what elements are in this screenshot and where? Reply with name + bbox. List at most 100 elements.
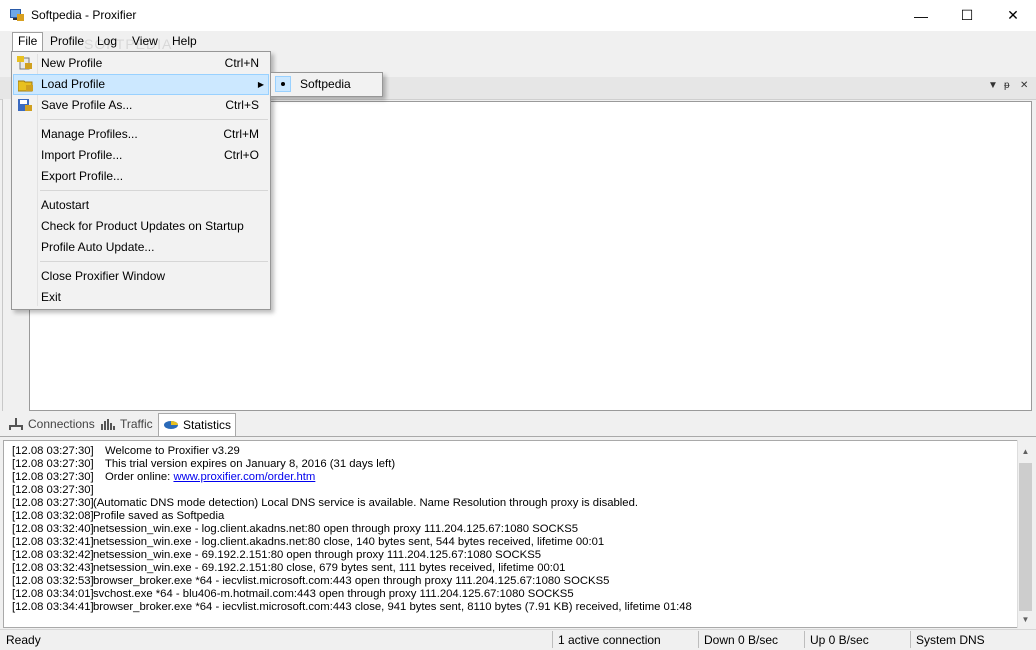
log-row: [12.08 03:32:41] netsession_win.exe - log… [4, 536, 1018, 549]
log-timestamp: [12.08 03:32:40] [12, 523, 94, 535]
status-connections: 1 active connection [558, 633, 661, 647]
pane-dropdown-icon[interactable]: ▼ [988, 80, 998, 91]
log-row: [12.08 03:32:53] browser_broker.exe *64 -… [4, 575, 1018, 588]
log-message: Welcome to Proxifier v3.29 [105, 445, 240, 458]
menu-item-load-profile[interactable]: Load Profile ▶ [13, 74, 269, 95]
menu-item-exit[interactable]: Exit [13, 287, 269, 308]
menu-item-check-updates[interactable]: Check for Product Updates on Startup [13, 216, 269, 237]
log-row: [12.08 03:34:01] svchost.exe *64 - blu406… [4, 588, 1018, 601]
menu-item-close-window[interactable]: Close Proxifier Window [13, 266, 269, 287]
log-timestamp: [12.08 03:32:08] [12, 510, 94, 522]
connections-icon [9, 418, 23, 430]
menu-file[interactable]: File [12, 32, 44, 52]
log-message-text: netsession_win.exe - 69.192.2.151:80 ope… [93, 549, 542, 561]
tab-traffic-label: Traffic [120, 417, 153, 431]
minimize-icon: — [914, 7, 928, 24]
log-timestamp: [12.08 03:32:42] [12, 549, 94, 561]
tab-statistics[interactable]: Statistics [158, 413, 237, 436]
traffic-icon [101, 419, 115, 430]
menu-profile[interactable]: Profile [45, 33, 89, 50]
submenu-item-softpedia[interactable]: Softpedia [300, 77, 351, 91]
menu-separator [40, 261, 268, 262]
log-message-text: browser_broker.exe *64 - iecvlist.micros… [93, 601, 692, 613]
status-ready: Ready [6, 633, 41, 647]
new-profile-icon [17, 56, 32, 70]
log-row: [12.08 03:27:30] Welcome to Proxifier v3.… [4, 445, 1018, 458]
log-row: [12.08 03:27:30] (Automatic DNS mode dete… [4, 497, 1018, 510]
scrollbar-thumb[interactable] [1019, 463, 1032, 611]
menu-item-import-profile[interactable]: Import Profile... Ctrl+O [13, 145, 269, 166]
pane-close-icon[interactable]: ✕ [1020, 80, 1028, 91]
log-message: netsession_win.exe - 69.192.2.151:80 ope… [93, 549, 541, 562]
log-timestamp: [12.08 03:32:41] [12, 536, 94, 548]
menu-item-profile-auto-update[interactable]: Profile Auto Update... [13, 237, 269, 258]
status-separator [552, 631, 553, 648]
order-link[interactable]: www.proxifier.com/order.htm [173, 471, 315, 483]
menu-item-autostart[interactable]: Autostart [13, 195, 269, 216]
status-separator [804, 631, 805, 648]
log-row: [12.08 03:32:43] netsession_win.exe - 69.… [4, 562, 1018, 575]
log-timestamp: [12.08 03:34:41] [12, 601, 94, 613]
status-separator [910, 631, 911, 648]
pane-pin-icon[interactable]: ᵽ [1004, 80, 1010, 91]
status-dns: System DNS [916, 633, 985, 647]
tab-connections-label: Connections [28, 417, 95, 431]
menu-separator [40, 119, 268, 120]
log-row: [12.08 03:32:08] Profile saved as Softped… [4, 510, 1018, 523]
log-timestamp: [12.08 03:34:01] [12, 588, 94, 600]
submenu-arrow-icon: ▶ [257, 80, 264, 89]
status-down: Down 0 B/sec [704, 633, 779, 647]
status-bar [0, 629, 1036, 650]
log-row: [12.08 03:34:41] browser_broker.exe *64 -… [4, 601, 1018, 614]
log-message: browser_broker.exe *64 - iecvlist.micros… [93, 575, 609, 588]
log-timestamp: [12.08 03:32:43] [12, 562, 94, 574]
log-message-text: Order online: [105, 471, 174, 483]
log-message-text: netsession_win.exe - 69.192.2.151:80 clo… [93, 562, 566, 574]
menu-item-manage-profiles[interactable]: Manage Profiles... Ctrl+M [13, 124, 269, 145]
tab-statistics-label: Statistics [183, 418, 232, 432]
log-timestamp: [12.08 03:27:30] [12, 497, 94, 509]
tab-traffic[interactable]: Traffic [96, 414, 157, 434]
log-message-text: Welcome to Proxifier v3.29 [105, 445, 240, 457]
log-message-text: svchost.exe *64 - blu406-m.hotmail.com:4… [93, 588, 574, 600]
menu-separator [40, 190, 268, 191]
log-message: (Automatic DNS mode detection) Local DNS… [93, 497, 638, 510]
scroll-up-icon[interactable]: ▲ [1017, 442, 1034, 460]
statistics-icon [164, 421, 178, 429]
log-message-text: browser_broker.exe *64 - iecvlist.micros… [93, 575, 610, 587]
menu-view[interactable]: View [127, 33, 163, 50]
log-timestamp: [12.08 03:27:30] [12, 445, 94, 457]
log-message: netsession_win.exe - 69.192.2.151:80 clo… [93, 562, 565, 575]
log-message: browser_broker.exe *64 - iecvlist.micros… [93, 601, 692, 614]
proxifier-app-icon [10, 9, 24, 21]
close-button[interactable]: ✕ [990, 0, 1036, 31]
log-message: Profile saved as Softpedia [93, 510, 224, 523]
log-message-text: This trial version expires on January 8,… [105, 458, 396, 470]
menu-log[interactable]: Log [92, 33, 122, 50]
log-timestamp: [12.08 03:32:53] [12, 575, 94, 587]
maximize-icon: ☐ [960, 7, 974, 23]
file-menu-dropdown: New Profile Ctrl+N Load Profile ▶ Save P… [11, 51, 271, 310]
title-bar [0, 0, 1036, 31]
log-output[interactable]: [12.08 03:27:30] Welcome to Proxifier v3.… [3, 440, 1019, 628]
log-message-text: netsession_win.exe - log.client.akadns.n… [93, 536, 605, 548]
minimize-button[interactable]: — [898, 0, 944, 31]
menu-item-save-profile-as[interactable]: Save Profile As... Ctrl+S [13, 95, 269, 116]
log-timestamp: [12.08 03:27:30] [12, 471, 94, 483]
log-message-text: Profile saved as Softpedia [93, 510, 225, 522]
log-timestamp: [12.08 03:27:30] [12, 458, 94, 470]
close-icon: ✕ [1007, 7, 1019, 23]
load-profile-submenu: Softpedia [270, 72, 383, 97]
scroll-down-icon[interactable]: ▼ [1017, 610, 1034, 628]
save-profile-icon [18, 99, 32, 111]
menu-item-export-profile[interactable]: Export Profile... [13, 166, 269, 187]
log-message-text: (Automatic DNS mode detection) Local DNS… [93, 497, 639, 509]
log-row: [12.08 03:32:42] netsession_win.exe - 69.… [4, 549, 1018, 562]
window-title: Softpedia - Proxifier [31, 8, 137, 22]
log-message: Order online: www.proxifier.com/order.ht… [105, 471, 315, 484]
tab-connections[interactable]: Connections [4, 414, 99, 434]
log-timestamp: [12.08 03:27:30] [12, 484, 94, 496]
maximize-button[interactable]: ☐ [944, 0, 990, 31]
menu-item-new-profile[interactable]: New Profile Ctrl+N [13, 53, 269, 74]
menu-help[interactable]: Help [167, 33, 202, 50]
